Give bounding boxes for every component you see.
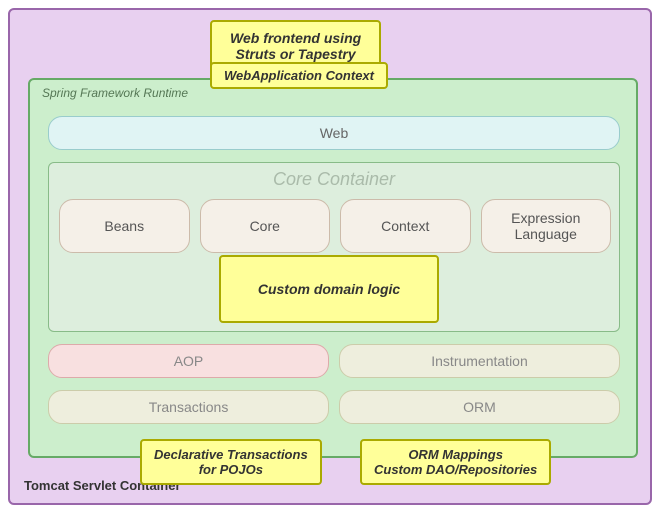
beans-item: Beans	[59, 199, 190, 253]
expression-language-item: ExpressionLanguage	[481, 199, 612, 253]
orm-bar: ORM	[339, 390, 620, 424]
instrumentation-label: Instrumentation	[431, 353, 528, 369]
orm-label: ORM	[463, 399, 496, 415]
instrumentation-bar: Instrumentation	[339, 344, 620, 378]
core-container-box: Core Container Beans Core Context Expres…	[48, 162, 620, 332]
context-label: Context	[381, 218, 429, 234]
expression-language-label: ExpressionLanguage	[511, 210, 580, 242]
web-bar-label: Web	[320, 125, 349, 141]
custom-domain-label: Custom domain logic	[258, 281, 400, 297]
transactions-label: Transactions	[149, 399, 229, 415]
web-frontend-line1: Web frontend using	[230, 30, 361, 46]
orm-mappings-line1: ORM Mappings	[408, 447, 503, 462]
webapp-context-label: WebApplication Context	[224, 68, 374, 83]
core-item: Core	[200, 199, 331, 253]
aop-instrumentation-row: AOP Instrumentation	[48, 344, 620, 378]
declarative-line2: for POJOs	[199, 462, 263, 477]
context-item: Context	[340, 199, 471, 253]
core-container-label: Core Container	[49, 169, 619, 190]
custom-domain-badge: Custom domain logic	[219, 255, 439, 323]
core-label: Core	[250, 218, 280, 234]
core-items-row: Beans Core Context ExpressionLanguage	[59, 199, 611, 253]
spring-container: Spring Framework Runtime WebApplication …	[28, 78, 638, 458]
beans-label: Beans	[104, 218, 144, 234]
webapp-context-badge: WebApplication Context	[210, 62, 388, 89]
transactions-bar: Transactions	[48, 390, 329, 424]
declarative-transactions-badge: Declarative Transactions for POJOs	[140, 439, 322, 485]
transactions-orm-row: Transactions ORM	[48, 390, 620, 424]
web-bar: Web	[48, 116, 620, 150]
orm-mappings-badge: ORM Mappings Custom DAO/Repositories	[360, 439, 551, 485]
orm-mappings-line2: Custom DAO/Repositories	[374, 462, 537, 477]
aop-bar: AOP	[48, 344, 329, 378]
declarative-line1: Declarative Transactions	[154, 447, 308, 462]
aop-label: AOP	[174, 353, 204, 369]
web-frontend-line2: Struts or Tapestry	[236, 46, 356, 62]
spring-label: Spring Framework Runtime	[42, 86, 188, 100]
tomcat-container: Web frontend using Struts or Tapestry Sp…	[8, 8, 652, 505]
